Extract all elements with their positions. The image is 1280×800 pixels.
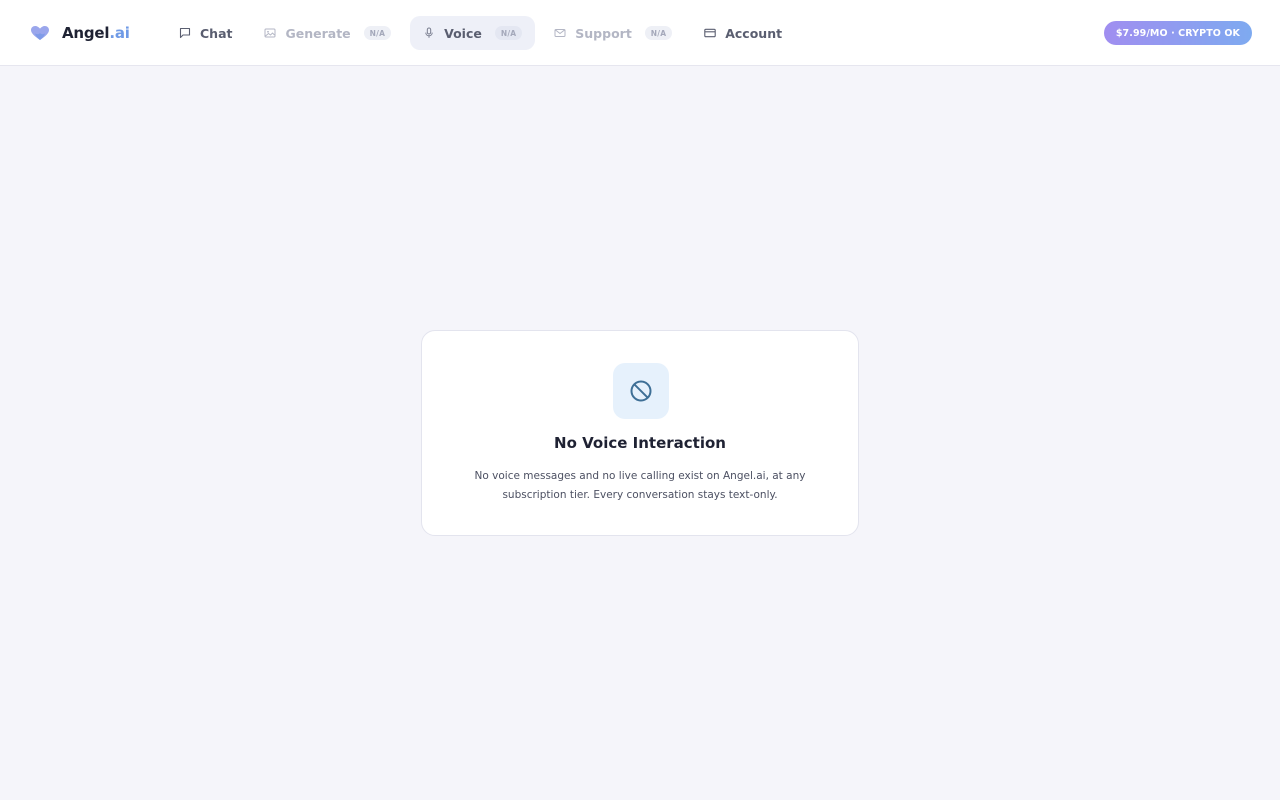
nav-item-chat[interactable]: Chat [166,16,245,50]
notice-description: No voice messages and no live calling ex… [474,470,806,501]
brand-name: Angel.ai [62,24,130,42]
heart-icon [31,26,49,40]
nav-item-label: Account [725,25,783,41]
mail-icon [554,29,566,37]
brand-name-main: Angel [62,24,110,42]
brand-name-suffix: .ai [109,24,130,42]
microphone-icon [425,27,433,38]
notice-title: No Voice Interaction [554,434,726,452]
chat-bubble-icon [179,27,191,39]
nav-item-label: Support [575,25,632,41]
pricing-badge[interactable]: $7.99/MO · CRYPTO OK [1103,21,1252,45]
unavailable-badge: N/A [644,26,673,40]
notice-icon-container [613,363,669,419]
brand[interactable]: Angel.ai [30,22,130,44]
main-nav: Chat Generate N/A Voice N/A Support N/A … [166,16,801,50]
image-icon [264,28,276,38]
ban-icon [630,380,652,402]
nav-item-label: Generate [285,25,351,41]
unavailable-badge: N/A [363,26,392,40]
nav-item-account[interactable]: Account [691,16,795,50]
credit-card-icon [704,28,716,38]
nav-item-voice[interactable]: Voice N/A [410,16,536,50]
nav-item-support[interactable]: Support N/A [541,16,685,50]
nav-item-generate[interactable]: Generate N/A [251,16,404,50]
nav-item-label: Voice [444,25,482,41]
nav-item-label: Chat [200,25,233,41]
top-navigation-bar: Angel.ai Chat Generate N/A Voice N/A Sup… [0,0,1280,66]
unavailable-badge: N/A [494,26,523,40]
voice-unavailable-card: No Voice Interaction No voice messages a… [421,330,859,536]
